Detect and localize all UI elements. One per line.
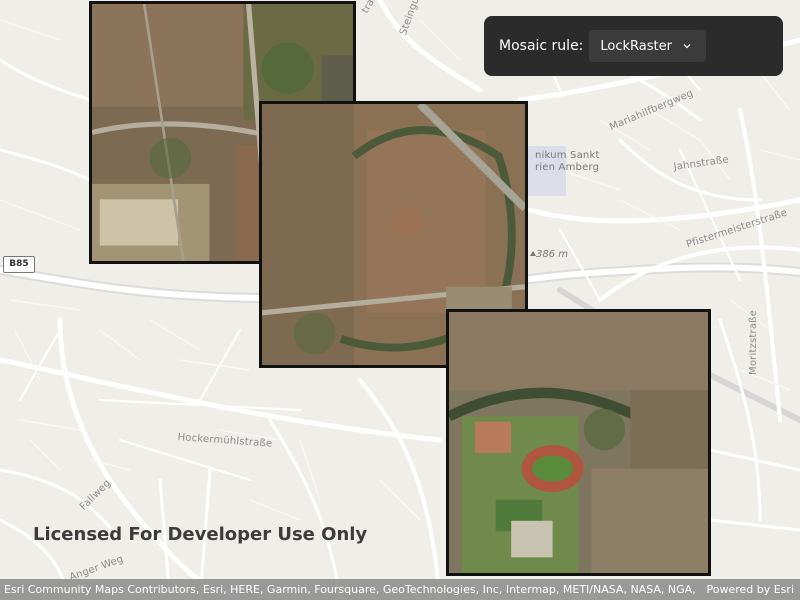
- street-label: Moritzstraße: [748, 309, 759, 375]
- elevation-label: 386 m: [536, 249, 569, 260]
- attribution-bar: Esri Community Maps Contributors, Esri, …: [0, 579, 800, 600]
- mosaic-rule-label: Mosaic rule:: [499, 38, 584, 54]
- mosaic-rule-panel: Mosaic rule: LockRaster: [484, 16, 783, 76]
- map-view[interactable]: Steingutstraße Mariahilfbergweg Jahnstra…: [0, 0, 800, 600]
- mosaic-rule-value: LockRaster: [600, 38, 672, 54]
- imagery-tile: [446, 309, 711, 576]
- developer-watermark: Licensed For Developer Use Only: [33, 524, 368, 545]
- chevron-down-icon: [683, 44, 691, 49]
- mosaic-rule-dropdown[interactable]: LockRaster: [589, 30, 707, 62]
- poi-label: nikum Sankt rien Amberg: [535, 150, 600, 173]
- route-shield: B85: [3, 256, 35, 273]
- powered-by-esri[interactable]: Powered by Esri: [706, 583, 794, 596]
- attribution-text[interactable]: Esri Community Maps Contributors, Esri, …: [4, 583, 696, 596]
